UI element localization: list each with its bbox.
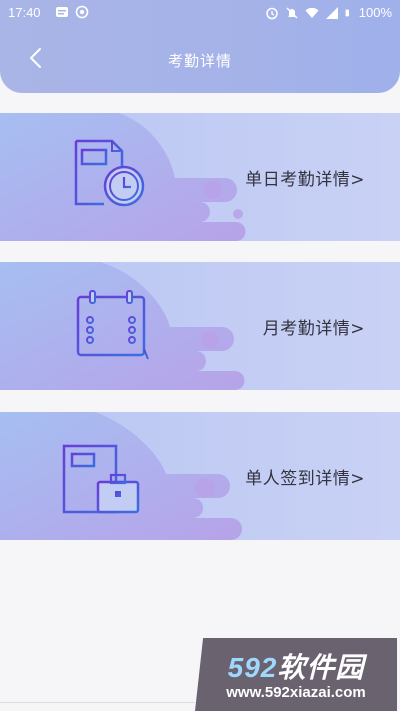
mute-icon xyxy=(286,7,298,18)
message-icon xyxy=(56,7,68,17)
calendar-icon xyxy=(76,290,149,361)
daily-attendance-card[interactable]: 单日考勤详情> xyxy=(0,113,400,241)
card-label: 单人签到详情> xyxy=(245,469,365,489)
document-clock-icon xyxy=(74,139,145,207)
sync-icon xyxy=(75,5,89,19)
battery-percent: 100% xyxy=(358,5,392,20)
watermark-url: www.592xiazai.com xyxy=(226,684,366,701)
status-right-icons: 100% xyxy=(265,5,392,20)
card-label: 月考勤详情> xyxy=(262,319,365,339)
app-header: 17:40 100% 考勤详情 xyxy=(0,0,400,93)
status-time: 17:40 xyxy=(8,5,41,20)
wifi-icon xyxy=(305,7,319,18)
signal-icon xyxy=(325,6,338,19)
document-briefcase-icon xyxy=(62,444,140,514)
watermark-logo: 592软件园 www.592xiazai.com xyxy=(195,638,397,711)
card-label: 单日考勤详情> xyxy=(245,170,365,190)
watermark-brand: 592软件园 xyxy=(195,646,397,686)
status-bar: 17:40 100% xyxy=(0,0,400,26)
alarm-icon xyxy=(266,7,278,19)
divider xyxy=(0,702,195,703)
battery-icon xyxy=(345,9,349,16)
personal-checkin-card[interactable]: 单人签到详情> xyxy=(0,412,400,540)
page-title: 考勤详情 xyxy=(167,52,232,70)
watermark-digits: 592 xyxy=(227,652,278,683)
monthly-attendance-card[interactable]: 月考勤详情> xyxy=(0,262,400,390)
watermark-text: 软件园 xyxy=(277,652,365,683)
status-notification-icons xyxy=(55,5,89,19)
